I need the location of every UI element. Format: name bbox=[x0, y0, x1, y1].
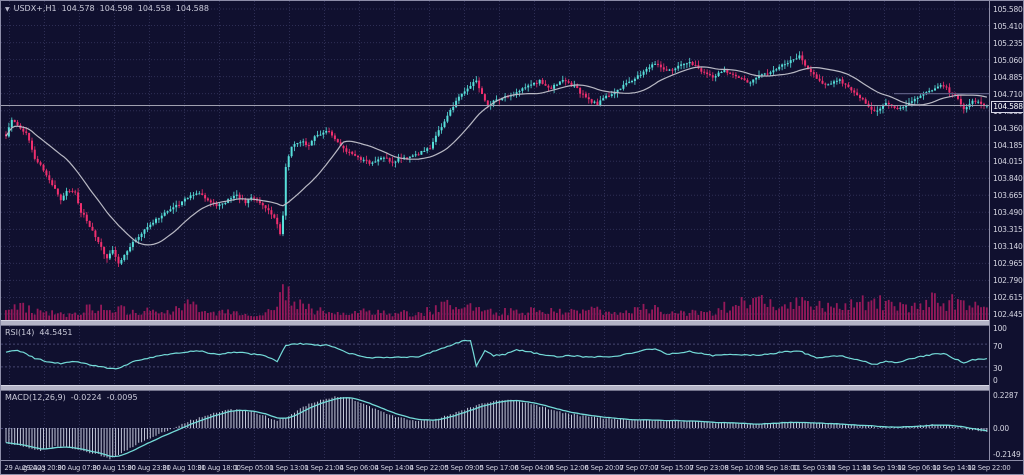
price-axis-label: 105.410 bbox=[993, 22, 1023, 31]
macd-signal-value: -0.0095 bbox=[107, 393, 138, 402]
macd-value: -0.0224 bbox=[71, 393, 102, 402]
rsi-pane[interactable]: RSI(14) 44.5451 bbox=[1, 326, 989, 385]
ohlc-high: 104.598 bbox=[100, 4, 133, 13]
price-axis-label: 103.490 bbox=[993, 208, 1023, 217]
price-axis[interactable]: 104.588 105.580 105.410 105.235 105.060 104.… bbox=[989, 1, 1024, 460]
time-axis-label: 4 Sep 06:00 bbox=[340, 464, 379, 472]
time-axis[interactable]: 29 Aug 202329 Aug 20:0030 Aug 07:0030 Au… bbox=[1, 460, 1024, 475]
time-axis-label: 8 Sep 10:00 bbox=[725, 464, 764, 472]
macd-pane[interactable]: MACD(12,26,9) -0.0224 -0.0095 bbox=[1, 391, 989, 460]
time-axis-label: 1 Sep 21:00 bbox=[305, 464, 344, 472]
time-axis-label: 12 Sep 22:00 bbox=[968, 464, 1011, 472]
macd-label: MACD(12,26,9) -0.0224 -0.0095 bbox=[5, 393, 143, 402]
macd-name: MACD(12,26,9) bbox=[5, 393, 66, 402]
rsi-axis-label: 30 bbox=[993, 364, 1002, 373]
time-axis-label: 5 Sep 17:00 bbox=[480, 464, 519, 472]
rsi-label: RSI(14) 44.5451 bbox=[5, 328, 78, 337]
panel-separator[interactable] bbox=[1, 385, 1024, 391]
rsi-value: 44.5451 bbox=[39, 328, 72, 337]
macd-axis-label: 0.00 bbox=[993, 424, 1009, 433]
macd-svg bbox=[1, 391, 989, 460]
time-axis-label: 1 Sep 13:00 bbox=[270, 464, 309, 472]
price-axis-label: 103.140 bbox=[993, 242, 1023, 251]
time-axis-label: 4 Sep 22:00 bbox=[410, 464, 449, 472]
rsi-axis-label: 0 bbox=[993, 376, 998, 385]
time-axis-label: 6 Sep 20:00 bbox=[585, 464, 624, 472]
time-axis-label: 7 Sep 15:00 bbox=[655, 464, 694, 472]
price-axis-label: 102.445 bbox=[993, 310, 1023, 319]
main-chart-svg bbox=[1, 1, 989, 320]
main-chart-pane[interactable]: ▼ USDX+,H1 104.578 104.598 104.558 104.588 bbox=[1, 1, 989, 320]
symbol-timeframe: USDX+,H1 bbox=[14, 4, 57, 13]
time-axis-label: 1 Sep 05:00 bbox=[235, 464, 274, 472]
chart-menu-icon[interactable]: ▼ bbox=[5, 6, 10, 13]
chart-title: ▼ USDX+,H1 104.578 104.598 104.558 104.588 bbox=[5, 4, 209, 13]
price-axis-label: 105.060 bbox=[993, 56, 1023, 65]
time-axis-label: 6 Sep 04:00 bbox=[515, 464, 554, 472]
rsi-axis-label: 100 bbox=[993, 324, 1007, 333]
time-axis-label: 6 Sep 12:00 bbox=[550, 464, 589, 472]
macd-plot[interactable] bbox=[1, 391, 989, 460]
ohlc-open: 104.578 bbox=[62, 4, 95, 13]
price-axis-label: 104.015 bbox=[993, 157, 1023, 166]
price-axis-label: 103.315 bbox=[993, 225, 1023, 234]
price-axis-label: 104.885 bbox=[993, 73, 1023, 82]
rsi-axis-label: 70 bbox=[993, 342, 1002, 351]
price-axis-label: 104.360 bbox=[993, 124, 1023, 133]
macd-axis-label: -0.2149 bbox=[993, 450, 1021, 459]
time-axis-label: 7 Sep 07:00 bbox=[620, 464, 659, 472]
ohlc-low: 104.558 bbox=[138, 4, 171, 13]
price-axis-label: 103.665 bbox=[993, 191, 1023, 200]
price-axis-label: 104.710 bbox=[993, 90, 1023, 99]
rsi-plot[interactable] bbox=[1, 326, 989, 385]
rsi-svg bbox=[1, 326, 989, 385]
time-axis-label: 4 Sep 14:00 bbox=[375, 464, 414, 472]
candlestick-plot[interactable] bbox=[1, 1, 989, 320]
macd-axis-label: 0.2287 bbox=[993, 391, 1018, 400]
panel-separator[interactable] bbox=[1, 320, 1024, 326]
rsi-name: RSI(14) bbox=[5, 328, 34, 337]
price-axis-label: 102.790 bbox=[993, 276, 1023, 285]
price-axis-label: 105.580 bbox=[993, 5, 1023, 14]
price-axis-label: 104.185 bbox=[993, 141, 1023, 150]
time-axis-label: 7 Sep 23:00 bbox=[690, 464, 729, 472]
current-price-tag: 104.588 bbox=[991, 101, 1024, 113]
price-axis-label: 102.965 bbox=[993, 259, 1023, 268]
price-axis-label: 105.235 bbox=[993, 39, 1023, 48]
price-axis-label: 102.615 bbox=[993, 293, 1023, 302]
time-axis-label: 5 Sep 09:00 bbox=[445, 464, 484, 472]
ohlc-close: 104.588 bbox=[176, 4, 209, 13]
price-axis-label: 103.840 bbox=[993, 174, 1023, 183]
chart-window: ▼ USDX+,H1 104.578 104.598 104.558 104.588 RS… bbox=[0, 0, 1024, 475]
